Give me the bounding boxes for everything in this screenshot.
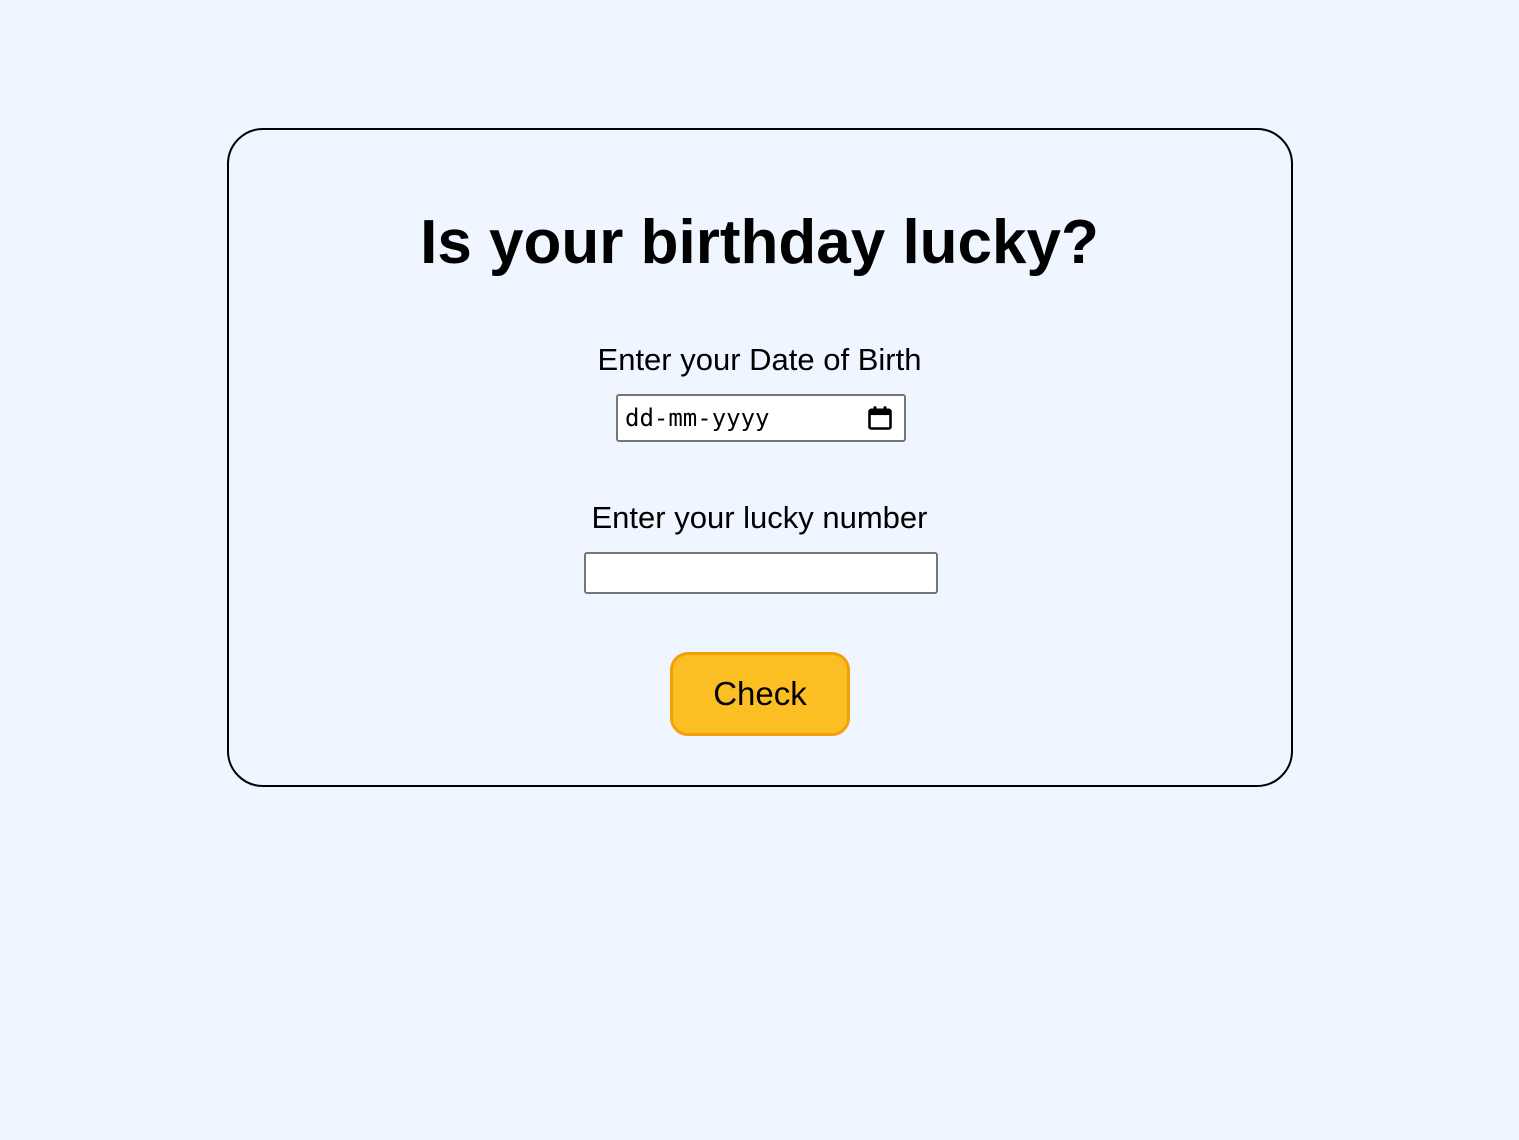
check-button[interactable]: Check xyxy=(670,652,850,736)
lucky-number-label: Enter your lucky number xyxy=(591,500,928,535)
calendar-icon[interactable] xyxy=(866,404,894,432)
dob-label: Enter your Date of Birth xyxy=(597,342,922,377)
dob-placeholder: dd-mm-yyyy xyxy=(625,404,770,432)
dob-date-input[interactable]: dd-mm-yyyy xyxy=(616,394,906,442)
lucky-number-input[interactable] xyxy=(584,552,938,594)
page-title: Is your birthday lucky? xyxy=(420,208,1099,277)
